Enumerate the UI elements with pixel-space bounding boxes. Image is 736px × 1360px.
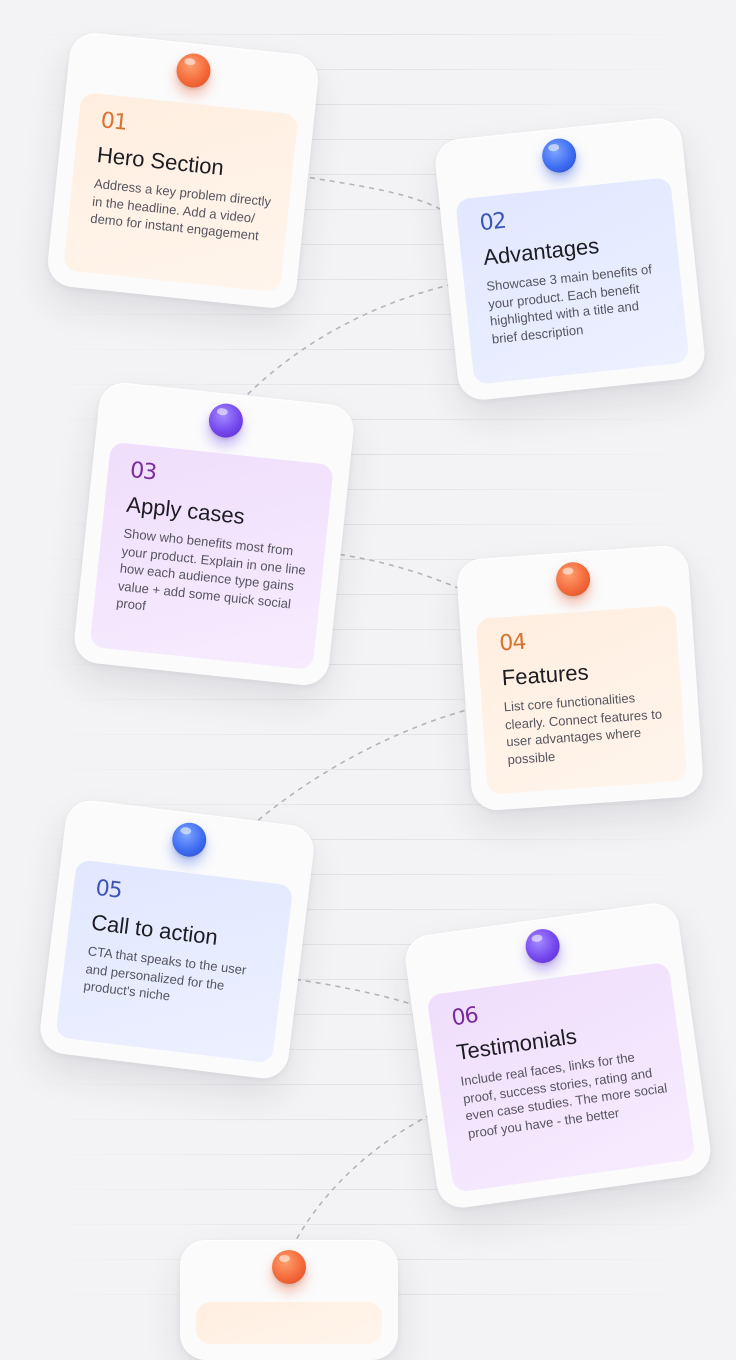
card-advantages[interactable]: 02 Advantages Showcase 3 main benefits o… — [432, 115, 708, 403]
pushpin-icon — [554, 561, 592, 598]
pushpin-icon — [170, 820, 209, 859]
connector-5-6 — [285, 977, 419, 1007]
card-title: Features — [500, 659, 590, 691]
card-content: 05 Call to action CTA that speaks to the… — [55, 859, 294, 1064]
connector-4-5 — [237, 707, 475, 839]
card-hero-section[interactable]: 01 Hero Section Address a key problem di… — [45, 30, 321, 311]
card-apply-cases[interactable]: 03 Apply cases Show who benefits most fr… — [71, 380, 357, 688]
card-testimonials[interactable]: 06 Testimonials Include real faces, link… — [402, 900, 714, 1211]
pushpin-icon — [540, 136, 578, 175]
pushpin-icon — [207, 401, 245, 440]
connector-1-2 — [299, 175, 447, 213]
card-content: 03 Apply cases Show who benefits most fr… — [89, 441, 334, 671]
card-content — [196, 1302, 382, 1344]
card-description: Address a key problem directly in the he… — [89, 175, 272, 244]
card-number: 04 — [498, 629, 527, 657]
pushpin-icon — [174, 51, 213, 90]
card-content: 02 Advantages Showcase 3 main benefits o… — [455, 177, 690, 385]
connector-3-4 — [329, 552, 459, 589]
card-features[interactable]: 04 Features List core functionalities cl… — [455, 544, 705, 812]
card-description: Show who benefits most from your product… — [115, 525, 307, 614]
pushpin-icon — [523, 926, 562, 966]
pushpin-icon — [272, 1250, 306, 1284]
card-content: 04 Features List core functionalities cl… — [475, 605, 688, 795]
card-content: 06 Testimonials Include real faces, link… — [426, 961, 696, 1193]
card-description: Showcase 3 main benefits of your product… — [485, 261, 653, 347]
card-content: 01 Hero Section Address a key problem di… — [62, 91, 299, 293]
card-description: List core functionalities clearly. Conne… — [503, 690, 663, 767]
card-next-partial[interactable] — [180, 1240, 398, 1360]
card-call-to-action[interactable]: 05 Call to action CTA that speaks to the… — [37, 797, 317, 1082]
